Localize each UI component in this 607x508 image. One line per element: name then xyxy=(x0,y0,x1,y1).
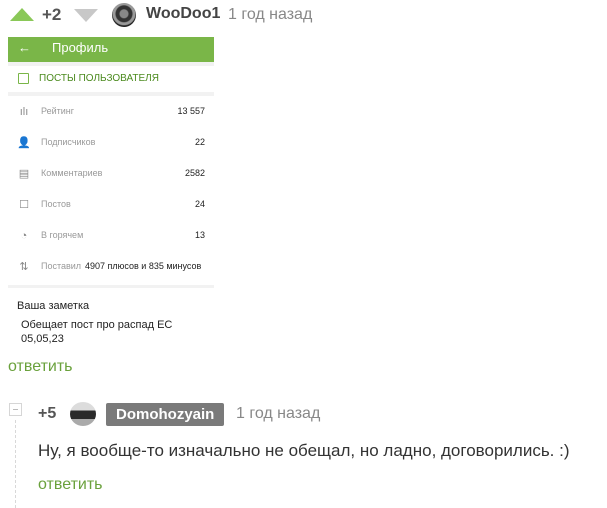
stat-row-hot: ◔ В горячем 13 xyxy=(8,220,214,251)
stat-label: Рейтинг xyxy=(41,106,75,116)
comment-text: Ну, я вообще-то изначально не обещал, но… xyxy=(38,441,570,460)
stat-row-posts: ☐ Постов 24 xyxy=(8,189,214,220)
user-posts-link: ПОСТЫ ПОЛЬЗОВАТЕЛЯ xyxy=(8,66,214,92)
stat-value: 22 xyxy=(194,137,205,147)
post-icon: ☐ xyxy=(19,199,29,211)
stat-row-rating: ılı Рейтинг 13 557 xyxy=(8,96,214,127)
stat-value: 4907 плюсов и 835 минусов xyxy=(85,261,202,271)
thread-line[interactable] xyxy=(15,420,16,508)
stat-row-subscribers: 👤 Подписчиков 22 xyxy=(8,127,214,158)
collapse-thread-button[interactable] xyxy=(9,403,22,416)
comment-icon: ▤ xyxy=(18,168,30,180)
comment-rating: +5 xyxy=(38,405,57,422)
reply-link[interactable]: ответить xyxy=(8,358,73,376)
note-text: Обещает пост про распад ЕС 05,05,23 xyxy=(21,319,173,345)
comment-author[interactable]: WooDoo1 xyxy=(146,5,220,23)
stat-value: 13 557 xyxy=(177,106,205,116)
stat-label: Постов xyxy=(41,199,71,209)
attached-screenshot[interactable]: ← Профиль ПОСТЫ ПОЛЬЗОВАТЕЛЯ ılı Рейтинг… xyxy=(8,37,214,350)
comment-author[interactable]: Domohozyain xyxy=(106,403,225,426)
user-note: Ваша заметка Обещает пост про распад ЕС … xyxy=(8,288,214,350)
user-icon: 👤 xyxy=(17,137,31,149)
downvote-icon[interactable] xyxy=(74,9,98,22)
stat-label: В горячем xyxy=(41,230,84,240)
fire-icon: ◔ xyxy=(20,230,28,242)
comment-timestamp[interactable]: 1 год назад xyxy=(228,6,312,24)
user-posts-label: ПОСТЫ ПОЛЬЗОВАТЕЛЯ xyxy=(39,73,159,84)
stat-label: Комментариев xyxy=(41,168,103,178)
back-arrow-icon: ← xyxy=(18,40,31,55)
stat-label: Подписчиков xyxy=(41,137,96,147)
upvote-icon[interactable] xyxy=(10,8,34,21)
stat-value: 2582 xyxy=(184,168,205,178)
updown-arrows-icon: ⇅ xyxy=(19,261,29,273)
avatar[interactable] xyxy=(112,3,136,27)
screenshot-header-bar: ← Профиль xyxy=(8,37,214,62)
screenshot-title: Профиль xyxy=(52,40,109,55)
comment-timestamp[interactable]: 1 год назад xyxy=(236,405,320,423)
reply-link[interactable]: ответить xyxy=(38,476,103,494)
note-title: Ваша заметка xyxy=(17,300,90,312)
edit-icon xyxy=(18,73,29,84)
avatar[interactable] xyxy=(70,402,96,426)
comment-rating: +2 xyxy=(42,5,62,24)
rating-bars-icon: ılı xyxy=(19,106,29,118)
stat-row-votes: ⇅ Поставил 4907 плюсов и 835 минусов xyxy=(8,251,214,282)
stat-row-comments: ▤ Комментариев 2582 xyxy=(8,158,214,189)
stat-label: Поставил xyxy=(41,261,82,271)
stat-value: 24 xyxy=(194,199,205,209)
stat-value: 13 xyxy=(194,230,205,240)
profile-stats: ılı Рейтинг 13 557 👤 Подписчиков 22 ▤ Ко… xyxy=(8,96,214,285)
